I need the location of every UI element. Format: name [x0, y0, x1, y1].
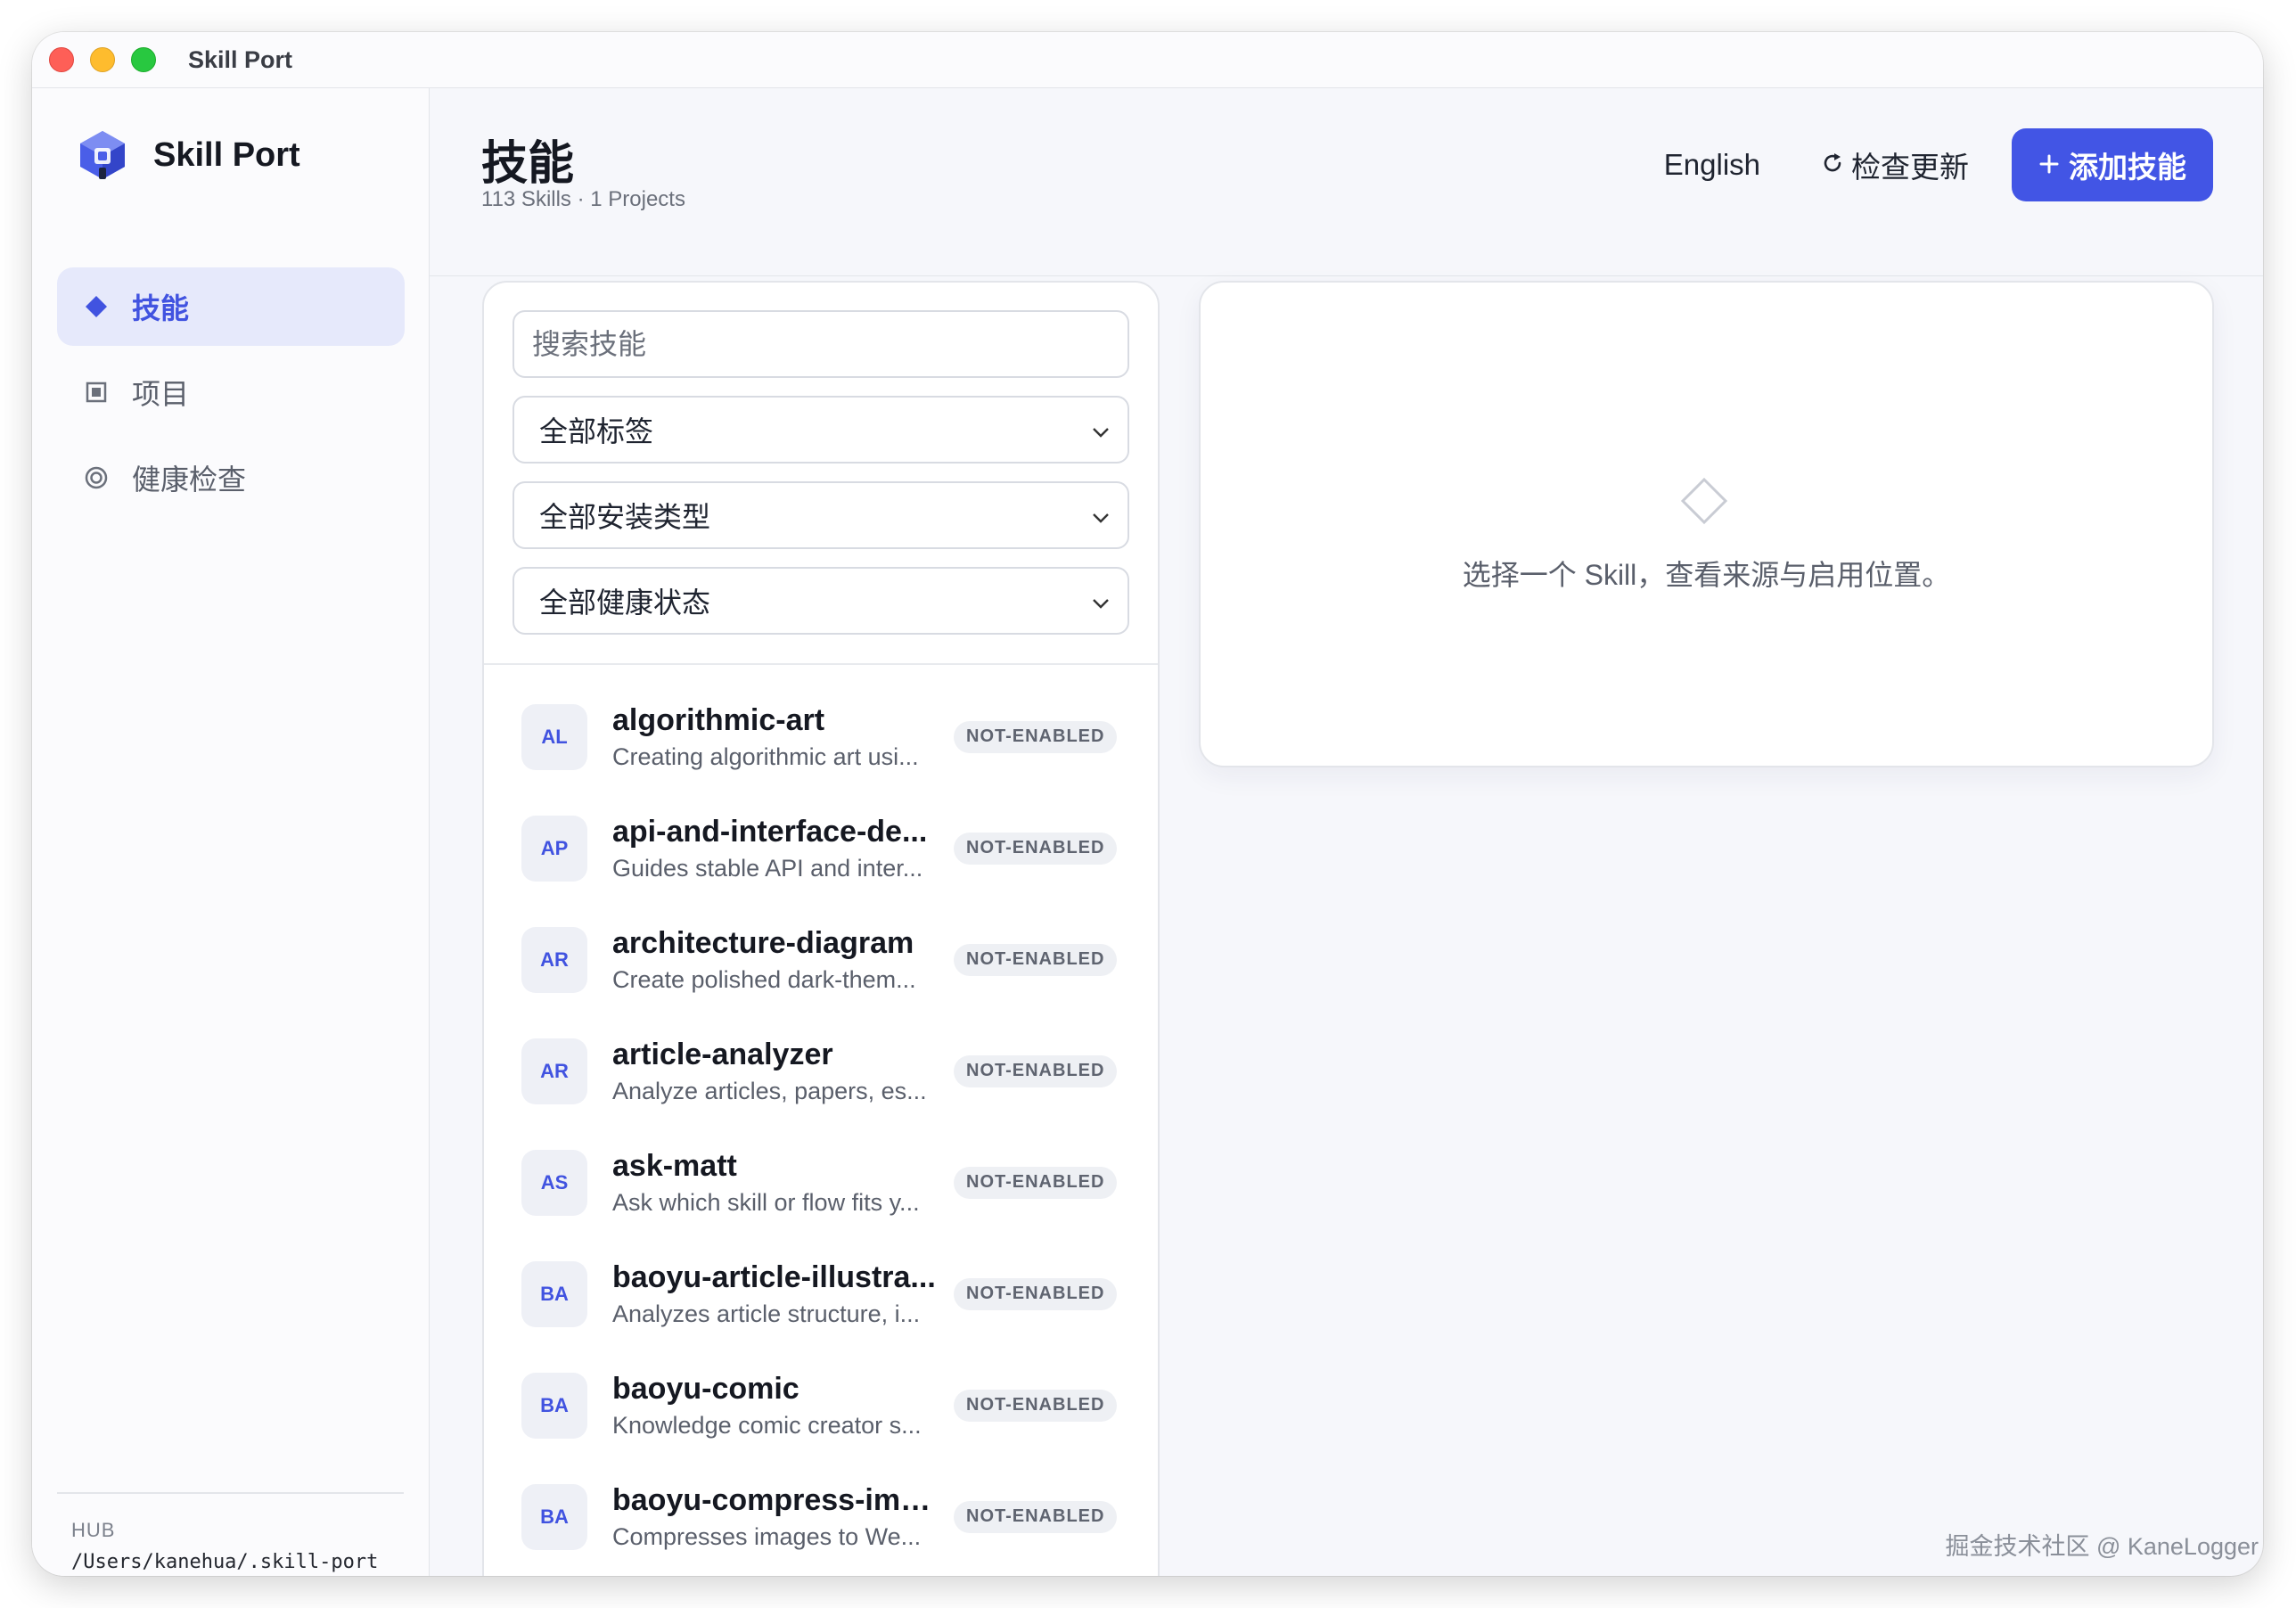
minimize-window-button[interactable] [90, 47, 115, 72]
skill-detail-panel: 选择一个 Skill，查看来源与启用位置。 [1199, 281, 2214, 767]
chevron-down-icon [1092, 502, 1110, 529]
language-button[interactable]: English [1634, 128, 1791, 201]
status-badge: NOT-ENABLED [954, 832, 1118, 865]
sidebar-item-health-check[interactable]: 健康检查 [57, 439, 405, 517]
skill-row[interactable]: BA baoyu-article-illustra... Analyzes art… [521, 1238, 1135, 1350]
skill-name: baoyu-compress-ima... [612, 1482, 938, 1517]
status-badge: NOT-ENABLED [954, 943, 1118, 976]
sidebar-item-label: 健康检查 [132, 464, 247, 496]
sidebar-item-skills[interactable]: 技能 [57, 267, 405, 346]
check-updates-button[interactable]: 检查更新 [1791, 128, 1999, 201]
filters: 全部标签 全部安装类型 全部健康状态 [484, 283, 1158, 665]
skill-description: Analyze articles, papers, es... [612, 1077, 927, 1104]
skill-avatar: BA [521, 1483, 587, 1550]
skill-description: Ask which skill or flow fits y... [612, 1188, 920, 1216]
brand-name: Skill Port [153, 135, 300, 174]
skill-row[interactable]: BA baoyu-compress-ima... Compresses image… [521, 1461, 1135, 1572]
app-window: Skill Port Skill Port 技能 项目 健康检查 HUB /Us… [32, 32, 2263, 1576]
skill-row[interactable]: AS ask-matt Ask which skill or flow fits … [521, 1127, 1135, 1238]
add-skill-button[interactable]: 添加技能 [2012, 128, 2213, 201]
check-updates-label: 检查更新 [1851, 151, 1969, 184]
status-badge: NOT-ENABLED [954, 1166, 1118, 1199]
skill-description: Create polished dark-them... [612, 965, 916, 993]
skill-row[interactable]: BA baoyu-comic Knowledge comic creator s.… [521, 1350, 1135, 1461]
skill-description: Creating algorithmic art usi... [612, 742, 919, 770]
empty-diamond-icon [1680, 477, 1728, 525]
square-icon [80, 381, 112, 403]
window-title: Skill Port [188, 45, 293, 73]
skill-row[interactable]: AP api-and-interface-de... Guides stable … [521, 792, 1135, 904]
skill-name: baoyu-comic [612, 1371, 800, 1406]
refresh-icon [1821, 148, 1844, 182]
skill-description: Knowledge comic creator s... [612, 1411, 922, 1439]
skill-description: Compresses images to We... [612, 1522, 922, 1550]
skill-row[interactable]: AL algorithmic-art Creating algorithmic a… [521, 681, 1135, 792]
skill-avatar: AS [521, 1149, 587, 1216]
zoom-window-button[interactable] [131, 47, 156, 72]
install-type-select-value: 全部安装类型 [539, 501, 711, 533]
brand: Skill Port [77, 128, 300, 182]
health-status-select[interactable]: 全部健康状态 [512, 567, 1129, 635]
search-input[interactable] [512, 310, 1129, 378]
chevron-down-icon [1092, 416, 1110, 444]
header-actions: English 检查更新 添加技能 [1634, 128, 2213, 201]
hub-label: HUB [71, 1519, 116, 1541]
diamond-icon [80, 295, 112, 318]
hub-info: HUB /Users/kanehua/.skill-port [57, 1492, 404, 1573]
chevron-down-icon [1092, 587, 1110, 615]
skill-port-logo-icon [80, 131, 125, 179]
skill-name: ask-matt [612, 1148, 737, 1183]
skill-avatar: AR [521, 926, 587, 993]
plus-icon [2038, 148, 2060, 182]
skill-description: Guides stable API and inter... [612, 854, 923, 882]
skill-list: AL algorithmic-art Creating algorithmic a… [484, 665, 1158, 1572]
skill-name: algorithmic-art [612, 702, 825, 737]
add-skill-label: 添加技能 [2069, 151, 2186, 184]
skill-name: api-and-interface-de... [612, 814, 928, 849]
install-type-select[interactable]: 全部安装类型 [512, 481, 1129, 549]
title-bar: Skill Port [32, 32, 2263, 88]
skill-name: architecture-diagram [612, 925, 914, 960]
sidebar-item-label: 技能 [132, 292, 190, 324]
sidebar-item-label: 项目 [132, 378, 190, 410]
health-status-select-value: 全部健康状态 [539, 587, 711, 619]
status-badge: NOT-ENABLED [954, 1389, 1118, 1422]
watermark: 掘金技术社区 @ KaneLogger [1945, 1533, 2259, 1560]
skill-name: baoyu-article-illustra... [612, 1259, 936, 1294]
skill-avatar: AL [521, 703, 587, 770]
sidebar-item-projects[interactable]: 项目 [57, 353, 405, 431]
status-badge: NOT-ENABLED [954, 720, 1118, 753]
target-icon [80, 466, 112, 489]
skill-name: article-analyzer [612, 1037, 833, 1071]
status-badge: NOT-ENABLED [954, 1054, 1118, 1087]
close-window-button[interactable] [49, 47, 74, 72]
status-badge: NOT-ENABLED [954, 1500, 1118, 1533]
skill-avatar: AP [521, 815, 587, 882]
page-subtitle: 113 Skills · 1 Projects [481, 187, 685, 211]
skill-list-panel: 全部标签 全部安装类型 全部健康状态 AL algori [482, 281, 1160, 1576]
tag-select-value: 全部标签 [539, 415, 654, 447]
tag-select[interactable]: 全部标签 [512, 396, 1129, 464]
skill-avatar: BA [521, 1372, 587, 1439]
hub-path: /Users/kanehua/.skill-port [71, 1551, 379, 1573]
status-badge: NOT-ENABLED [954, 1277, 1118, 1310]
window-controls [49, 47, 156, 72]
skill-row[interactable]: AR architecture-diagram Create polished d… [521, 904, 1135, 1015]
skill-avatar: BA [521, 1260, 587, 1327]
sidebar: Skill Port 技能 项目 健康检查 HUB /Users/kanehua… [32, 88, 430, 1576]
sidebar-nav: 技能 项目 健康检查 [57, 267, 405, 524]
skill-row[interactable]: AR article-analyzer Analyze articles, pap… [521, 1015, 1135, 1127]
skill-description: Analyzes article structure, i... [612, 1300, 921, 1327]
page-title: 技能 [481, 138, 575, 190]
empty-state-text: 选择一个 Skill，查看来源与启用位置。 [1462, 559, 1951, 591]
page-header: 技能 113 Skills · 1 Projects English 检查更新 … [430, 88, 2263, 276]
skill-avatar: AR [521, 1038, 587, 1104]
